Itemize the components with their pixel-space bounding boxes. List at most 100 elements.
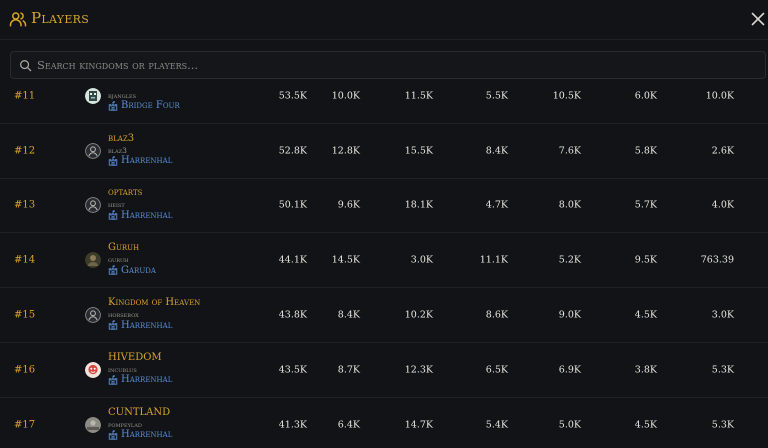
stat-value: 41.3K: [278, 419, 307, 431]
stat-value: 52.8K: [278, 145, 307, 157]
player-rank: #16: [14, 364, 36, 376]
kingdom-link[interactable]: Harrenhal: [108, 155, 172, 167]
player-name[interactable]: HIVEDOM: [108, 352, 162, 363]
stat-value: 15.5K: [404, 145, 433, 157]
stat-value: 14.5K: [331, 254, 360, 266]
stat-value: 2.6K: [711, 145, 734, 157]
table-row[interactable]: #16 HIVEDOM incublus Harrenhal 43.5K 8.7K 12.3…: [0, 343, 768, 398]
avatar: [85, 197, 101, 214]
player-handle: bjangles: [108, 90, 137, 100]
stat-value: 5.0K: [558, 419, 581, 431]
stat-value: 18.1K: [404, 199, 433, 211]
table-row[interactable]: #11 bjangles Bridge Four 53.5K 10.0K 11.5K 5.5…: [0, 69, 768, 124]
player-name[interactable]: CUNTLAND: [108, 407, 170, 418]
avatar: [85, 87, 101, 104]
player-name[interactable]: Kingdom of Heaven: [108, 297, 200, 308]
stat-value: 9.5K: [634, 254, 657, 266]
stat-value: 4.5K: [634, 309, 657, 321]
stat-value: 5.8K: [634, 145, 657, 157]
stat-value: 4.7K: [485, 199, 508, 211]
stat-value: 10.5K: [552, 90, 581, 102]
castle-icon: [108, 101, 118, 111]
stat-value: 8.7K: [337, 364, 360, 376]
player-rank: #12: [14, 145, 36, 157]
player-name[interactable]: optarts: [108, 187, 142, 198]
kingdom-name: Bridge Four: [121, 100, 180, 112]
stat-value: 5.3K: [711, 419, 734, 431]
kingdom-link[interactable]: Bridge Four: [108, 100, 180, 112]
stat-value: 5.3K: [711, 364, 734, 376]
close-icon[interactable]: [751, 12, 765, 26]
table-row[interactable]: #14 Guruh guruh Garuda 44.1K 14.5K 3.0K 11.1K 5.…: [0, 233, 768, 289]
users-icon: [9, 12, 27, 27]
stat-value: 6.9K: [558, 364, 581, 376]
kingdom-link[interactable]: Harrenhal: [108, 319, 172, 331]
stat-value: 8.4K: [337, 309, 360, 321]
stat-value: 4.5K: [634, 419, 657, 431]
stat-value: 763.39: [700, 254, 734, 266]
castle-icon: [108, 265, 118, 275]
kingdom-link[interactable]: Harrenhal: [108, 374, 172, 386]
stat-value: 8.6K: [485, 309, 508, 321]
stat-value: 4.0K: [711, 199, 734, 211]
stat-value: 14.7K: [404, 419, 433, 431]
stat-value: 3.0K: [410, 254, 433, 266]
player-handle: heist: [108, 200, 125, 210]
stat-value: 8.0K: [558, 199, 581, 211]
stat-value: 10.0K: [705, 90, 734, 102]
player-name[interactable]: Guruh: [108, 242, 139, 253]
castle-icon: [108, 320, 118, 330]
player-rank: #17: [14, 419, 36, 431]
stat-value: 11.5K: [404, 90, 433, 102]
avatar: [85, 252, 101, 269]
castle-icon: [108, 156, 118, 166]
avatar: [85, 361, 101, 378]
avatar: [85, 416, 101, 433]
stat-value: 5.5K: [485, 90, 508, 102]
kingdom-link[interactable]: Garuda: [108, 264, 156, 276]
player-name[interactable]: blaz3: [108, 133, 134, 144]
players-table: #11 bjangles Bridge Four 53.5K 10.0K 11.5K 5.5…: [0, 69, 768, 448]
page-title: Players: [31, 9, 90, 27]
stat-value: 12.3K: [404, 364, 433, 376]
table-row[interactable]: #13 optarts heist Harrenhal 50.1K 9.6K 18.1K 4.…: [0, 179, 768, 234]
avatar: [85, 142, 101, 159]
stat-value: 6.5K: [485, 364, 508, 376]
kingdom-link[interactable]: Harrenhal: [108, 209, 172, 221]
castle-icon: [108, 430, 118, 440]
stat-value: 5.4K: [485, 419, 508, 431]
kingdom-name: Harrenhal: [121, 374, 173, 386]
stat-value: 11.1K: [479, 254, 508, 266]
player-handle: horsebox: [108, 310, 139, 320]
player-handle: guruh: [108, 255, 129, 265]
stat-value: 53.5K: [278, 90, 307, 102]
stat-value: 6.0K: [634, 90, 657, 102]
stat-value: 9.0K: [558, 309, 581, 321]
player-handle: blaz3: [108, 145, 127, 155]
stat-value: 44.1K: [278, 254, 307, 266]
table-row[interactable]: #15 Kingdom of Heaven horsebox Harrenhal 43.…: [0, 288, 768, 343]
stat-value: 10.0K: [331, 90, 360, 102]
kingdom-name: Harrenhal: [121, 155, 173, 167]
stat-value: 3.8K: [634, 364, 657, 376]
table-row[interactable]: #12 blaz3 blaz3 Harrenhal 52.8K 12.8K 15.5K 8.4…: [0, 124, 768, 179]
castle-icon: [108, 375, 118, 385]
stat-value: 8.4K: [485, 145, 508, 157]
stat-value: 7.6K: [558, 145, 581, 157]
stat-value: 43.5K: [278, 364, 307, 376]
player-rank: #13: [14, 199, 36, 211]
stat-value: 43.8K: [278, 309, 307, 321]
stat-value: 5.2K: [558, 254, 581, 266]
castle-icon: [108, 210, 118, 221]
player-rank: #15: [14, 309, 36, 321]
stat-value: 5.7K: [634, 199, 657, 211]
stat-value: 12.8K: [331, 145, 360, 157]
modal-header: Players: [0, 0, 768, 40]
stat-value: 50.1K: [278, 199, 307, 211]
kingdom-name: Garuda: [121, 264, 156, 276]
avatar: [85, 307, 101, 323]
table-row[interactable]: #17 CUNTLAND pompeylad Harrenhal 41.3K 6.4K 14…: [0, 398, 768, 448]
kingdom-link[interactable]: Harrenhal: [108, 429, 172, 441]
player-rank: #14: [14, 254, 36, 266]
player-rank: #11: [14, 90, 36, 102]
